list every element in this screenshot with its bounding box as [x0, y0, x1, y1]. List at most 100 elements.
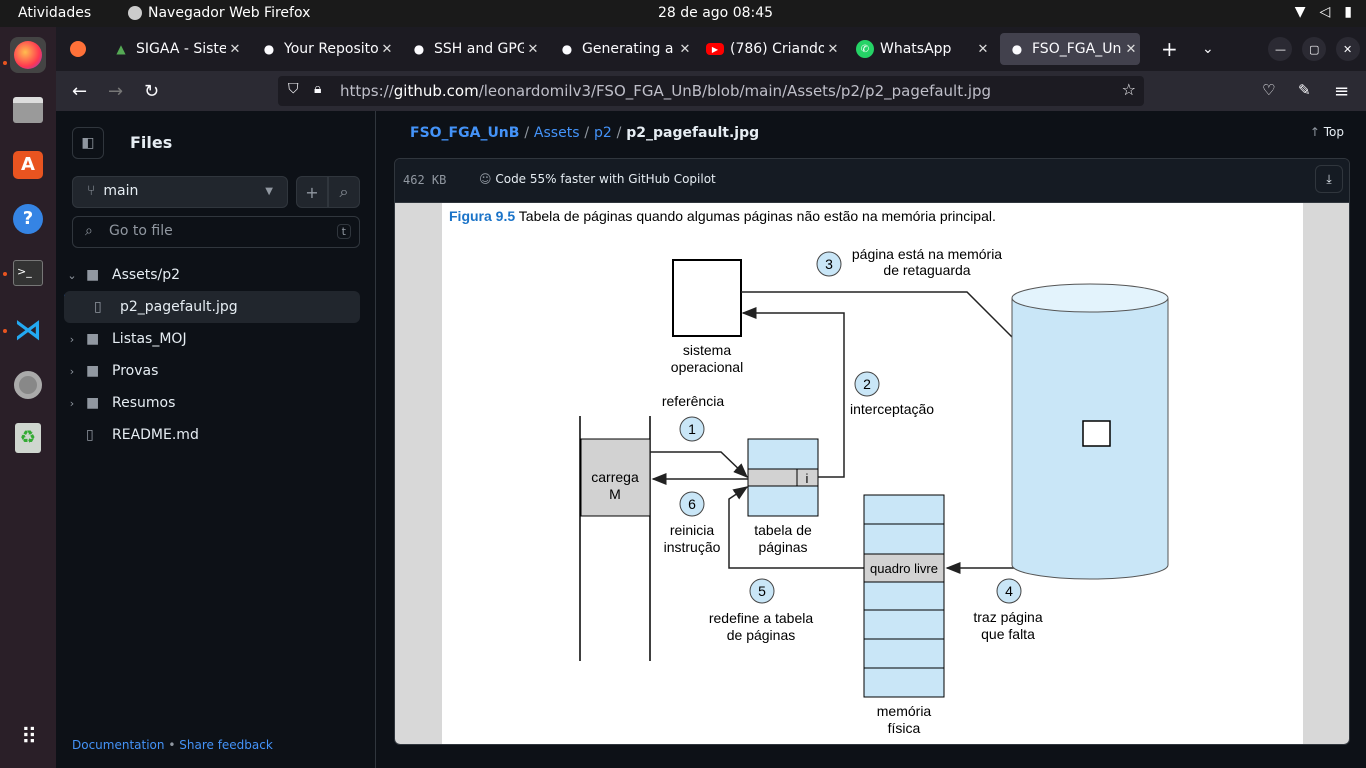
tab-whatsapp[interactable]: ✆ WhatsApp ✕ [848, 33, 992, 65]
tree-file-readme[interactable]: ▯ README.md [64, 419, 360, 451]
tree-file-p2-pagefault[interactable]: ▯ p2_pagefault.jpg [64, 291, 360, 323]
app-name: Navegador Web Firefox [148, 5, 311, 21]
share-feedback-link[interactable]: Share feedback [179, 738, 273, 752]
github-icon: ● [263, 42, 275, 56]
backing-label-2: de retaguarda [883, 262, 970, 278]
search-button[interactable]: ⌕ [328, 176, 360, 208]
load-label-2: M [609, 486, 621, 502]
shield-icon[interactable]: ⛉ [288, 81, 299, 97]
os-label-2: operacional [671, 359, 743, 375]
bookmark-star-icon[interactable]: ☆ [1122, 80, 1136, 99]
search-icon: ⌕ [339, 182, 349, 201]
step-6: 6 [679, 491, 705, 517]
extensions-icon[interactable]: ✎ [1298, 81, 1311, 99]
close-icon[interactable]: ✕ [824, 42, 842, 57]
plus-icon: + [305, 182, 319, 202]
reload-icon[interactable]: ↻ [144, 81, 159, 102]
restart-label-2: instrução [664, 539, 721, 555]
memory-label-1: memória [877, 703, 932, 719]
firefox-view-button[interactable] [62, 33, 98, 65]
tab-ssh-gpg[interactable]: ● SSH and GPG ✕ [402, 33, 542, 65]
copilot-promo[interactable]: ☺ Code 55% faster with GitHub Copilot [479, 172, 716, 186]
back-to-top-button[interactable]: ↑ Top [1310, 125, 1344, 139]
trash-icon[interactable]: ♻ [10, 420, 46, 456]
pocket-icon[interactable]: ♡ [1262, 81, 1275, 99]
minimize-button[interactable]: — [1268, 37, 1292, 61]
tree-folder-assets-p2[interactable]: ⌄ ■ Assets/p2 [64, 259, 360, 291]
tab-sigaa[interactable]: ▲SIGAA - Sisten✕ [104, 33, 244, 65]
show-apps-icon[interactable]: ⠿ [10, 719, 46, 755]
image-viewer: Figura 9.5 Tabela de páginas quando algu… [395, 203, 1349, 744]
branch-icon: ⑂ [87, 183, 96, 199]
close-icon[interactable]: ✕ [676, 42, 694, 57]
branch-selector[interactable]: ⑂ main ▼ [72, 176, 288, 208]
sigaa-icon: ▲ [116, 42, 126, 56]
documentation-link[interactable]: Documentation [72, 738, 165, 752]
battery-icon: ▮ [1344, 4, 1352, 20]
chevron-right-icon: › [69, 396, 75, 410]
download-button[interactable]: ⤓ [1315, 165, 1343, 193]
close-icon[interactable]: ✕ [378, 42, 396, 57]
step-5: 5 [749, 578, 775, 604]
lock-icon[interactable]: 🔒︎ [314, 81, 321, 97]
files-icon[interactable] [10, 92, 46, 128]
folder-icon: ■ [86, 363, 100, 379]
close-icon[interactable]: ✕ [1122, 42, 1140, 57]
firefox-icon[interactable] [10, 37, 46, 73]
software-center-icon[interactable]: A [10, 147, 46, 183]
tree-folder-resumos[interactable]: › ■ Resumos [64, 387, 360, 419]
maximize-button[interactable]: ▢ [1302, 37, 1326, 61]
add-file-button[interactable]: + [296, 176, 328, 208]
tab-generating[interactable]: ● Generating a ✕ [550, 33, 694, 65]
breadcrumb-p2[interactable]: p2 [594, 125, 612, 141]
wifi-icon: ▼ [1294, 4, 1306, 20]
app-menu[interactable]: Navegador Web Firefox [128, 5, 310, 21]
figure-caption: Figura 9.5 Tabela de páginas quando algu… [449, 208, 996, 224]
system-tray[interactable]: ▼ ◁ ▮ [1295, 4, 1352, 20]
page-table-label-2: páginas [758, 539, 807, 555]
github-icon: ● [561, 42, 573, 56]
github-icon: ● [413, 42, 425, 56]
tab-fso-fga-unb[interactable]: ● FSO_FGA_Uni ✕ [1000, 33, 1140, 65]
tab-your-repositories[interactable]: ● Your Reposito ✕ [252, 33, 396, 65]
svg-text:2: 2 [863, 376, 871, 392]
youtube-icon: ▶ [706, 43, 724, 55]
window-close-button[interactable]: ✕ [1336, 37, 1360, 61]
svg-text:3: 3 [825, 256, 833, 272]
back-icon[interactable]: ← [72, 81, 87, 102]
vscode-icon[interactable]: ⋊ [10, 312, 46, 348]
file-size: 462 KB [403, 173, 447, 187]
chevron-right-icon: › [69, 332, 75, 346]
terminal-icon[interactable]: >_ [10, 255, 46, 291]
copilot-icon: ☺ [479, 172, 492, 186]
chevron-down-icon: ⌄ [1202, 41, 1214, 57]
step-2: 2 [854, 371, 880, 397]
disk-icon[interactable] [10, 367, 46, 403]
close-icon[interactable]: ✕ [524, 42, 542, 57]
breadcrumb-repo[interactable]: FSO_FGA_UnB [410, 125, 519, 141]
svg-text:4: 4 [1005, 583, 1013, 599]
go-to-file-input[interactable]: ⌕ Go to file t [72, 216, 360, 248]
tree-folder-listas-moj[interactable]: › ■ Listas_MOJ [64, 323, 360, 355]
tree-folder-provas[interactable]: › ■ Provas [64, 355, 360, 387]
new-tab-button[interactable]: + [1153, 33, 1181, 65]
activities-button[interactable]: Atividades [18, 5, 91, 21]
restart-label-1: reinicia [670, 522, 715, 538]
clock[interactable]: 28 de ago 08:45 [658, 5, 773, 21]
forward-icon[interactable]: → [108, 81, 123, 102]
list-tabs-button[interactable]: ⌄ [1194, 33, 1222, 65]
url-bar[interactable]: ⛉ 🔒︎ https://github.com/leonardomilv3/FS… [278, 76, 1144, 106]
breadcrumb-assets[interactable]: Assets [534, 125, 580, 141]
tab-youtube[interactable]: ▶ (786) Criando ✕ [698, 33, 842, 65]
running-indicator [3, 272, 7, 276]
help-icon[interactable]: ? [10, 201, 46, 237]
reference-label: referência [662, 393, 724, 409]
collapse-panel-button[interactable]: ◧ [72, 127, 104, 159]
folder-icon: ■ [86, 395, 100, 411]
close-icon[interactable]: ✕ [226, 42, 244, 57]
menu-icon[interactable]: ≡ [1334, 81, 1349, 102]
close-icon[interactable]: ✕ [974, 42, 992, 57]
chevron-right-icon: › [69, 364, 75, 378]
sidebar-collapse-icon: ◧ [81, 135, 95, 151]
download-icon: ⤓ [1326, 171, 1332, 186]
